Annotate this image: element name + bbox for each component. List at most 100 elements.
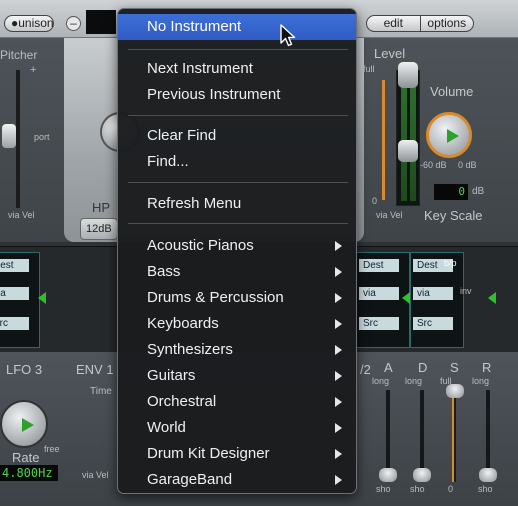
volume-max-label: 0 dB (458, 160, 477, 170)
mod-dest[interactable]: Dest (0, 259, 29, 272)
mod-dest[interactable]: Dest (359, 259, 399, 272)
pitcher-fader[interactable] (2, 70, 28, 208)
mod-via[interactable]: via (0, 287, 29, 300)
release-fader-handle[interactable] (479, 468, 497, 482)
level-full-label: full (363, 64, 375, 74)
submenu-arrow-icon (335, 319, 342, 329)
instrument-display (86, 10, 116, 34)
menu-separator (128, 182, 348, 183)
submenu-arrow-icon (335, 293, 342, 303)
menu-item-label: GarageBand (147, 471, 233, 488)
menu-item-keyboards[interactable]: Keyboards (118, 311, 356, 337)
release-long-label: long (472, 376, 490, 386)
menu-item-label: Acoustic Pianos (147, 237, 254, 254)
menu-item-label: Bass (147, 263, 181, 280)
menu-item-find[interactable]: Find... (118, 149, 356, 175)
adsr-label-r: R (482, 360, 492, 375)
pitcher-plus-label: + (30, 64, 37, 76)
menu-item-next-instrument[interactable]: Next Instrument (118, 56, 356, 82)
volume-min-label: -60 dB (420, 160, 447, 170)
lfo-rate-knob[interactable] (0, 400, 48, 448)
menu-separator (128, 115, 348, 116)
submenu-arrow-icon (335, 397, 342, 407)
level-range-line (382, 80, 385, 200)
attack-fader-handle[interactable] (379, 468, 397, 482)
mod-amount-marker-1[interactable] (38, 292, 46, 304)
level-fader-top[interactable] (398, 62, 418, 88)
mod-src[interactable]: Src (413, 317, 453, 330)
via-vel-label-lower: via Vel (82, 470, 109, 480)
rate-display[interactable]: 4.800Hz (0, 465, 58, 481)
mod-amount-marker-5[interactable] (488, 292, 496, 304)
level-fader-handle[interactable] (398, 140, 418, 162)
lfo3-label: LFO 3 (6, 362, 43, 377)
menu-item-guitars[interactable]: Guitars (118, 363, 356, 389)
submenu-arrow-icon (335, 475, 342, 485)
sustain-fader-handle[interactable] (446, 384, 464, 398)
submenu-arrow-icon (335, 371, 342, 381)
menu-item-acoustic-pianos[interactable]: Acoustic Pianos (118, 233, 356, 259)
decay-fader-handle[interactable] (413, 468, 431, 482)
volume-label: Volume (430, 84, 474, 99)
menu-separator (128, 49, 348, 50)
menu-item-previous-instrument[interactable]: Previous Instrument (118, 82, 356, 108)
edit-options-toggle: edit options (366, 15, 474, 32)
env2-label: /2 (360, 362, 371, 377)
menu-item-garageband[interactable]: GarageBand (118, 467, 356, 493)
menu-item-label: World (147, 419, 186, 436)
adsr-label-a: A (384, 360, 393, 375)
submenu-arrow-icon (335, 345, 342, 355)
menu-item-clear-find[interactable]: Clear Find (118, 123, 356, 149)
submenu-arrow-icon (335, 267, 342, 277)
menu-item-orchestral[interactable]: Orchestral (118, 389, 356, 415)
mod-src[interactable]: Src (0, 317, 29, 330)
env1-label: ENV 1 (76, 362, 114, 377)
mod-src[interactable]: Src (359, 317, 399, 330)
menu-item-synthesizers[interactable]: Synthesizers (118, 337, 356, 363)
release-short-label: sho (478, 484, 493, 494)
menu-item-refresh-menu[interactable]: Refresh Menu (118, 191, 356, 217)
time-label: Time (90, 386, 112, 397)
menu-item-drums-percussion[interactable]: Drums & Percussion (118, 285, 356, 311)
menu-item-no-instrument[interactable]: No Instrument (118, 14, 356, 40)
level-meter (396, 70, 420, 206)
instrument-popup-menu: No Instrument Next Instrument Previous I… (117, 8, 357, 494)
keyscale-display[interactable]: 0 (434, 184, 468, 200)
attack-short-label: sho (376, 484, 391, 494)
submenu-arrow-icon (335, 423, 342, 433)
pitcher-handle[interactable] (2, 124, 16, 148)
menu-item-drum-kit-designer[interactable]: Drum Kit Designer (118, 441, 356, 467)
hp-label: HP (92, 200, 111, 215)
adsr-label-d: D (418, 360, 428, 375)
sustain-zero-label: 0 (448, 484, 454, 494)
submenu-arrow-icon (335, 241, 342, 251)
level-zero-label: 0 (372, 196, 378, 206)
via-vel-label-left: via Vel (8, 210, 35, 220)
edit-button[interactable]: edit (367, 16, 421, 31)
keyscale-unit: dB (472, 186, 485, 197)
slope-12db-button[interactable]: 12dB (80, 218, 118, 240)
mod-via[interactable]: via (413, 287, 453, 300)
level-label: Level (374, 46, 406, 61)
pitcher-track (16, 70, 20, 208)
free-label: free (44, 444, 60, 454)
mod-slot-1[interactable]: Dest via Src (0, 252, 40, 348)
mod-bp-label: b/p (444, 258, 457, 268)
unison-button[interactable]: ●unison (4, 15, 54, 32)
menu-item-bass[interactable]: Bass (118, 259, 356, 285)
via-vel-label-right: via Vel (376, 210, 403, 220)
mod-via[interactable]: via (359, 287, 399, 300)
menu-item-label: Synthesizers (147, 341, 233, 358)
menu-item-world[interactable]: World (118, 415, 356, 441)
sustain-track (452, 390, 456, 482)
decay-short-label: sho (410, 484, 425, 494)
menu-item-label: Orchestral (147, 393, 217, 410)
volume-knob[interactable] (426, 112, 472, 158)
minus-button[interactable]: – (66, 16, 81, 31)
rate-label: Rate (12, 450, 40, 465)
keyscale-label: Key Scale (424, 208, 483, 223)
options-button[interactable]: options (421, 16, 474, 31)
pitcher-label: Pitcher (0, 48, 38, 62)
mod-amount-marker-4[interactable] (402, 292, 410, 304)
menu-item-label: Drums & Percussion (147, 289, 284, 306)
